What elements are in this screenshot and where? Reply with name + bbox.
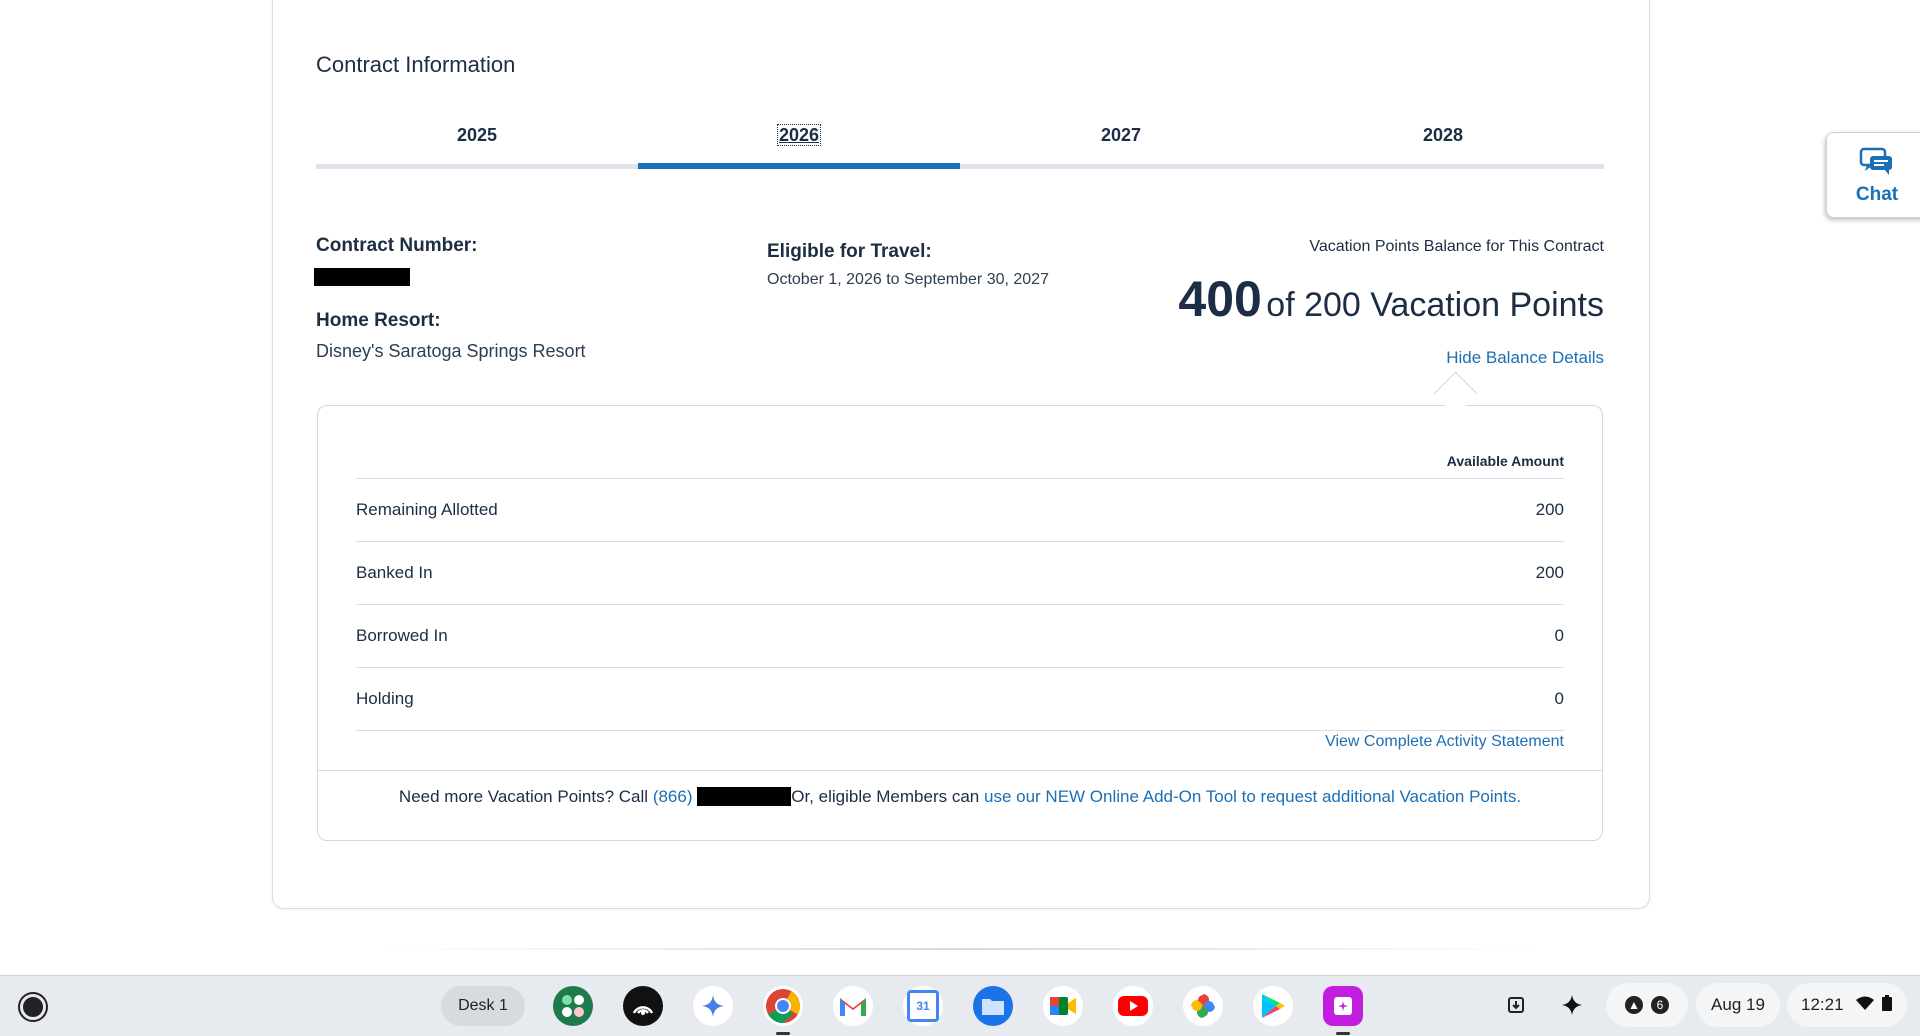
- time-label: 12:21: [1801, 995, 1844, 1014]
- active-tab-indicator: [638, 163, 960, 169]
- play-store-icon[interactable]: [1253, 986, 1293, 1026]
- tab-label: 2027: [1100, 125, 1142, 145]
- row-value: 200: [1535, 500, 1564, 519]
- balance-table: Available Amount Remaining Allotted 200 …: [356, 444, 1564, 731]
- tab-label: 2028: [1422, 125, 1464, 145]
- hide-balance-details-link[interactable]: Hide Balance Details: [1446, 348, 1604, 368]
- launcher-button[interactable]: [20, 994, 46, 1020]
- browser-page: Contract Information 2025 2026 2027 2028…: [0, 0, 1920, 975]
- balance-heading: Vacation Points Balance for This Contrac…: [1309, 238, 1604, 255]
- row-value: 200: [1535, 563, 1564, 582]
- sparkle-icon[interactable]: [1552, 983, 1592, 1027]
- home-resort-value: Disney's Saratoga Springs Resort: [316, 341, 586, 361]
- chrome-icon[interactable]: [763, 986, 803, 1026]
- status-notifications[interactable]: ▲ 6: [1606, 983, 1688, 1027]
- gmail-icon[interactable]: [833, 986, 873, 1026]
- youtube-icon[interactable]: [1113, 986, 1153, 1026]
- row-value: 0: [1554, 689, 1564, 708]
- tab-label: 2026: [776, 124, 822, 146]
- table-header: Available Amount: [356, 444, 1564, 479]
- os-shelf: Desk 1 31 ▲ 6 Aug 19 12:21: [0, 975, 1920, 1036]
- tab-label: 2025: [456, 125, 498, 145]
- notification-count: 6: [1651, 996, 1669, 1014]
- tab-rail: [316, 164, 1604, 169]
- meet-icon[interactable]: [1043, 986, 1083, 1026]
- battery-icon: [1881, 994, 1892, 1016]
- upload-icon: ▲: [1625, 996, 1643, 1014]
- balance-details-panel: Available Amount Remaining Allotted 200 …: [317, 405, 1603, 841]
- points-total: of 200 Vacation Points: [1266, 286, 1604, 324]
- calendar-day: 31: [907, 990, 939, 1022]
- table-row: Holding 0: [356, 668, 1564, 731]
- redacted-contract-number: [314, 268, 410, 286]
- files-icon[interactable]: [973, 986, 1013, 1026]
- podcast-icon[interactable]: [623, 986, 663, 1026]
- photos-icon[interactable]: [1183, 986, 1223, 1026]
- row-label: Borrowed In: [356, 626, 448, 645]
- tab-2027[interactable]: 2027: [960, 108, 1282, 162]
- table-row: Remaining Allotted 200: [356, 479, 1564, 542]
- row-value: 0: [1554, 626, 1564, 645]
- points-balance: 400 of 200 Vacation Points: [1178, 270, 1604, 328]
- home-resort-label: Home Resort:: [316, 310, 441, 331]
- tab-2026[interactable]: 2026: [638, 108, 960, 162]
- chat-bubbles-icon: [1827, 147, 1920, 182]
- tab-2028[interactable]: 2028: [1282, 108, 1604, 162]
- points-current: 400: [1178, 271, 1262, 327]
- row-label: Holding: [356, 689, 414, 708]
- view-activity-statement-link[interactable]: View Complete Activity Statement: [1325, 733, 1564, 751]
- eligible-travel-value: October 1, 2026 to September 30, 2027: [767, 271, 1049, 288]
- calendar-icon[interactable]: 31: [903, 986, 943, 1026]
- table-row: Banked In 200: [356, 542, 1564, 605]
- redacted-phone-number: [697, 787, 792, 807]
- table-row: Borrowed In 0: [356, 605, 1564, 668]
- footer-prefix: Need more Vacation Points? Call: [398, 787, 649, 806]
- chat-label: Chat: [1855, 184, 1899, 205]
- gemini-icon[interactable]: [693, 986, 733, 1026]
- contract-number-label: Contract Number:: [316, 235, 478, 256]
- phone-link[interactable]: (866): [653, 787, 693, 806]
- eligible-travel-label: Eligible for Travel:: [767, 241, 932, 262]
- row-label: Remaining Allotted: [356, 500, 498, 519]
- chat-button[interactable]: Chat: [1826, 132, 1920, 218]
- row-label: Banked In: [356, 563, 433, 582]
- tab-2025[interactable]: 2025: [316, 108, 638, 162]
- tote-icon[interactable]: [1497, 983, 1537, 1027]
- launcher-apps-icon[interactable]: [553, 986, 593, 1026]
- system-tray[interactable]: 12:21: [1787, 983, 1907, 1027]
- desk-button[interactable]: Desk 1: [441, 986, 525, 1026]
- date-tray[interactable]: Aug 19: [1696, 983, 1780, 1027]
- year-tabs: 2025 2026 2027 2028: [316, 108, 1604, 170]
- more-points-footer: Need more Vacation Points? Call (866) Or…: [318, 770, 1602, 841]
- add-on-tool-link[interactable]: use our NEW Online Add-On Tool to reques…: [984, 787, 1521, 806]
- section-divider: [380, 948, 1540, 950]
- section-title: Contract Information: [316, 52, 516, 77]
- canvas-icon[interactable]: [1323, 986, 1363, 1026]
- wifi-icon: [1855, 995, 1874, 1015]
- footer-middle: Or, eligible Members can: [791, 787, 980, 806]
